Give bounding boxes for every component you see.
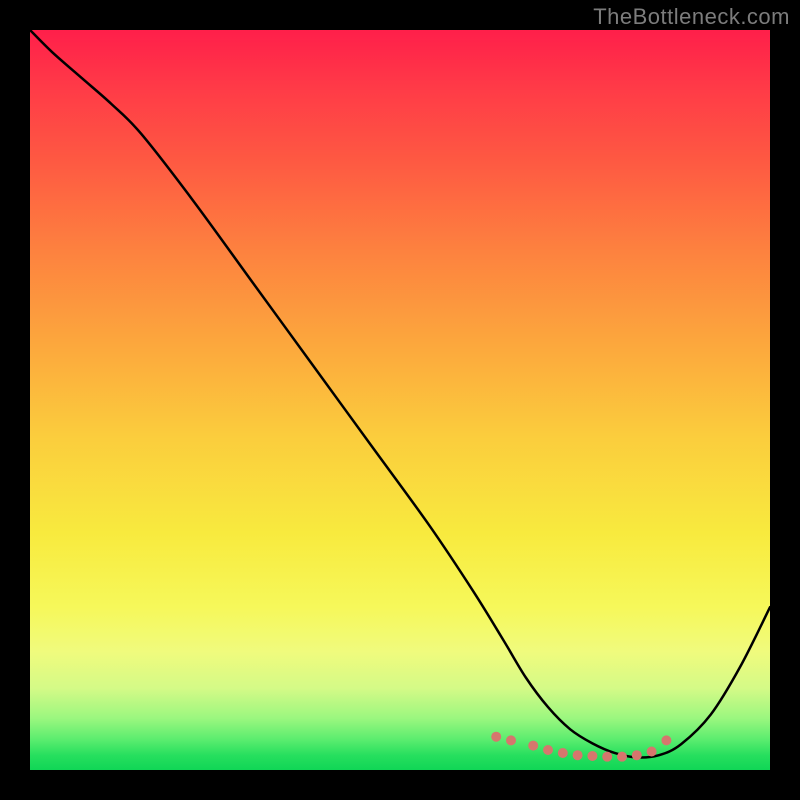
optimal-dot (491, 732, 501, 742)
optimal-dot (617, 752, 627, 762)
bottleneck-curve (30, 30, 770, 758)
optimal-dot (661, 735, 671, 745)
optimal-dot (528, 741, 538, 751)
optimal-dot (647, 747, 657, 757)
optimal-dot (587, 751, 597, 761)
optimal-dot (506, 735, 516, 745)
optimal-dot (543, 745, 553, 755)
optimal-dot (602, 752, 612, 762)
bottleneck-chart-root: TheBottleneck.com (0, 0, 800, 800)
watermark-text: TheBottleneck.com (593, 4, 790, 30)
optimal-dot (632, 750, 642, 760)
chart-overlay-svg (30, 30, 770, 770)
optimal-dot (573, 750, 583, 760)
optimal-dot (558, 748, 568, 758)
plot-area (30, 30, 770, 770)
